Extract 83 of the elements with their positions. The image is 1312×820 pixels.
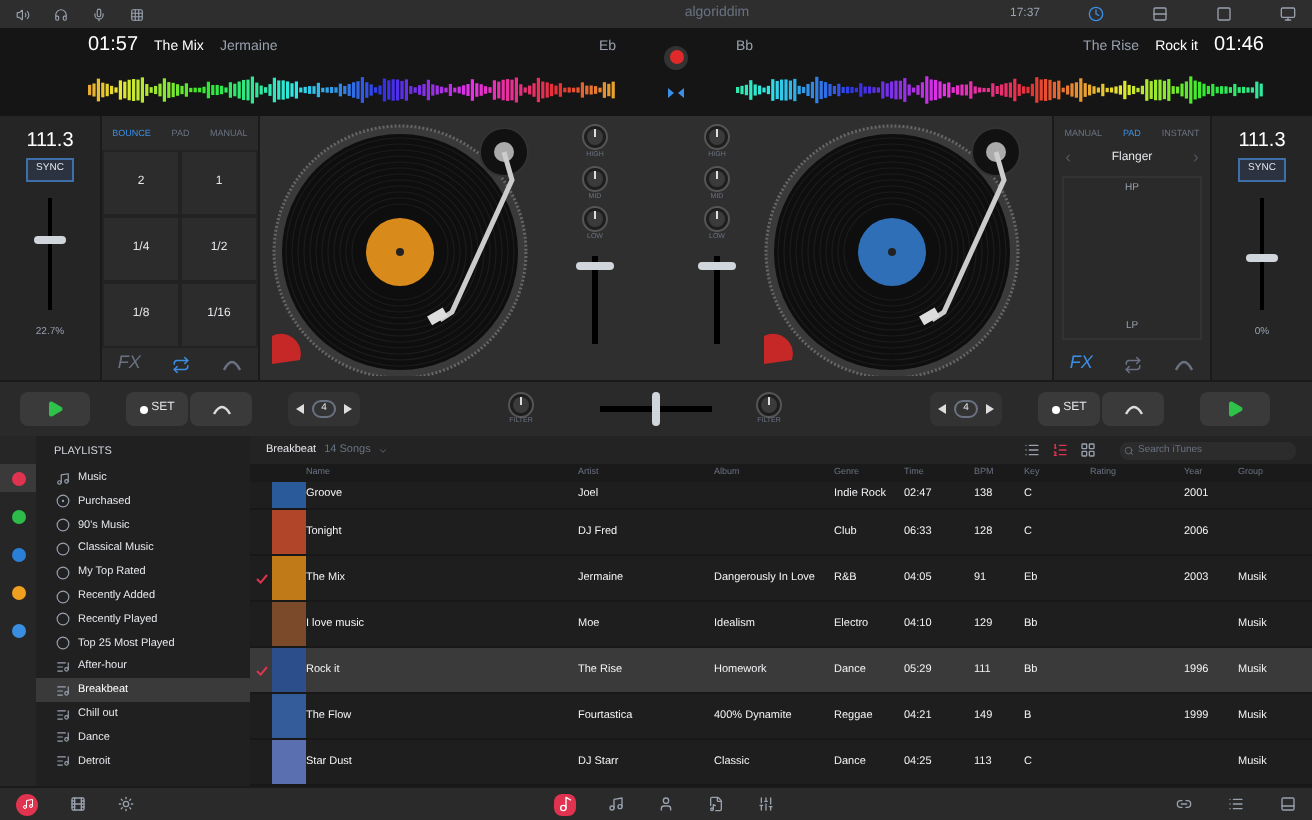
panel-icon[interactable] xyxy=(1280,796,1296,812)
headphones-icon[interactable] xyxy=(54,7,68,21)
panel-icon[interactable] xyxy=(1216,6,1232,22)
video-icon[interactable] xyxy=(70,796,86,812)
pitch-slider-thumb[interactable] xyxy=(1246,254,1278,263)
list-icon[interactable] xyxy=(1228,796,1244,812)
clock-icon[interactable] xyxy=(1088,6,1104,22)
knob[interactable] xyxy=(704,165,730,191)
layout-icon[interactable] xyxy=(1152,6,1168,22)
sync-arrows-icon[interactable] xyxy=(666,85,686,99)
pitch-slider-track[interactable] xyxy=(1246,197,1278,309)
play-icon xyxy=(1226,400,1244,418)
display-icon[interactable] xyxy=(1280,6,1296,22)
curve-button[interactable] xyxy=(222,357,243,371)
channel-fader-track[interactable] xyxy=(576,255,614,343)
album-art-placeholder xyxy=(272,648,306,692)
knob[interactable] xyxy=(704,206,730,232)
fx-button[interactable]: FX xyxy=(1069,350,1093,378)
curve-button[interactable] xyxy=(190,392,252,426)
previous-icon[interactable] xyxy=(938,404,946,414)
playlist-icon xyxy=(56,754,70,769)
album-art-placeholder xyxy=(272,740,306,784)
list-view-icon[interactable] xyxy=(1024,442,1040,458)
play-button[interactable] xyxy=(1200,392,1270,426)
songs-icon xyxy=(557,796,573,812)
mixer-icon xyxy=(757,796,773,812)
mixer-tab[interactable] xyxy=(754,793,776,815)
microphone-icon[interactable] xyxy=(92,7,106,21)
album-tab[interactable] xyxy=(704,793,726,815)
bpm-readout: 111.3 xyxy=(26,132,74,152)
curve-button[interactable] xyxy=(1102,392,1164,426)
music-note-icon xyxy=(21,798,33,810)
grid-icon[interactable] xyxy=(130,7,144,21)
album-icon xyxy=(707,796,723,812)
album-art-placeholder xyxy=(272,602,306,646)
music-note-tab[interactable] xyxy=(604,793,626,815)
artist-icon xyxy=(657,796,673,812)
crossfader-track[interactable] xyxy=(600,392,712,426)
knob[interactable] xyxy=(508,392,534,419)
curve-button[interactable] xyxy=(1174,357,1195,371)
knob[interactable] xyxy=(582,206,608,232)
play-button[interactable] xyxy=(20,392,90,426)
channel-fader-thumb[interactable] xyxy=(576,261,614,270)
playlist-icon xyxy=(56,683,70,698)
songs-tab[interactable] xyxy=(554,793,576,815)
check-icon xyxy=(255,665,267,675)
purchased-icon xyxy=(56,494,70,509)
loop-button[interactable] xyxy=(172,355,191,373)
channel-fader-thumb[interactable] xyxy=(698,261,736,270)
settings-icon[interactable] xyxy=(118,796,134,812)
music-source-button[interactable] xyxy=(16,793,38,815)
knob[interactable] xyxy=(582,124,608,150)
speaker-icon[interactable] xyxy=(16,7,30,21)
loop-button[interactable] xyxy=(1124,355,1143,373)
playlist-icon xyxy=(56,660,70,675)
crossfader-thumb[interactable] xyxy=(652,392,660,426)
playlist-icon xyxy=(56,707,70,722)
curve-icon xyxy=(211,403,231,415)
bpm-readout: 111.3 xyxy=(1238,132,1286,152)
knob[interactable] xyxy=(582,165,608,191)
grid-view-icon[interactable] xyxy=(1080,442,1096,458)
curve-icon xyxy=(1123,403,1143,415)
detail-view-icon[interactable] xyxy=(1052,442,1068,458)
music-note-icon xyxy=(56,471,70,486)
pitch-slider-thumb[interactable] xyxy=(34,236,66,245)
play-icon xyxy=(46,400,64,418)
link-icon[interactable] xyxy=(1176,796,1192,812)
search-icon xyxy=(1124,445,1134,455)
knob[interactable] xyxy=(756,392,782,419)
next-icon[interactable] xyxy=(344,404,352,414)
album-art-placeholder xyxy=(272,556,306,600)
previous-icon[interactable] xyxy=(296,404,304,414)
knob[interactable] xyxy=(704,124,730,150)
album-art-placeholder xyxy=(272,694,306,738)
pitch-slider-track[interactable] xyxy=(34,197,66,309)
next-icon[interactable] xyxy=(986,404,994,414)
channel-fader-track[interactable] xyxy=(698,255,736,343)
record-button[interactable] xyxy=(664,45,688,69)
check-icon xyxy=(255,573,267,583)
music-icon xyxy=(607,796,623,812)
elapsed-time: 01:46 xyxy=(1213,32,1264,60)
playlist-icon xyxy=(56,730,70,745)
elapsed-time: 01:57 xyxy=(88,32,139,60)
